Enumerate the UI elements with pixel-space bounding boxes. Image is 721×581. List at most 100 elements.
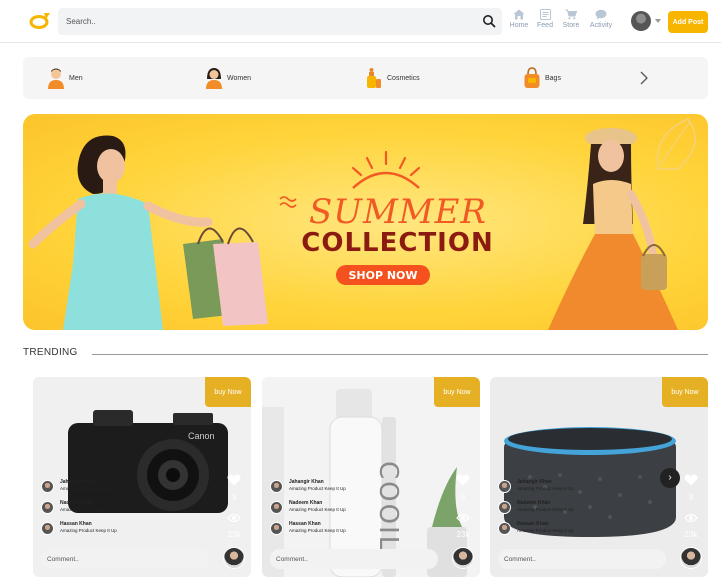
model-right-image: [548, 128, 678, 330]
avatar: [270, 501, 283, 514]
buy-now-button[interactable]: buy Now: [662, 377, 708, 407]
list-item: Nadeem Khan Amazing Product Keep It Up: [41, 499, 191, 520]
logo-icon[interactable]: [29, 11, 51, 29]
heart-icon[interactable]: [684, 474, 698, 486]
nav-home-label: Home: [509, 22, 529, 29]
product-card[interactable]: Canon buy Now Jahangir Khan Amazing Prod…: [33, 377, 251, 577]
like-count: 3: [688, 493, 694, 502]
heart-icon[interactable]: [456, 474, 470, 486]
view-count: 23k: [684, 530, 698, 539]
user-name: Hassan Khan: [289, 521, 321, 527]
user-comment: Amazing Product Keep It Up: [289, 486, 346, 491]
promo-banner[interactable]: SUMMER COLLECTION SHOP NOW: [23, 114, 708, 330]
model-left-image: [28, 135, 268, 330]
add-post-button[interactable]: Add Post: [668, 11, 708, 33]
chat-icon: [595, 9, 607, 20]
user-comment: Amazing Product Keep It Up: [517, 507, 574, 512]
product-card[interactable]: buy Now › Jahangir Khan Amazing Product …: [490, 377, 708, 577]
avatar: [41, 501, 54, 514]
user-list: Jahangir Khan Amazing Product Keep It Up…: [41, 478, 191, 541]
sun-icon: [351, 150, 421, 189]
eye-icon: [456, 513, 470, 523]
category-men-label: Men: [69, 74, 83, 82]
user-comment: Amazing Product Keep It Up: [289, 528, 346, 533]
user-name: Hassan Khan: [517, 521, 549, 527]
buy-now-button[interactable]: buy Now: [434, 377, 480, 407]
list-item: Hassan Khan Amazing Product Keep It Up: [270, 520, 420, 541]
comment-input[interactable]: [270, 549, 438, 569]
list-item: Nadeem Khan Amazing Product Keep It Up: [270, 499, 420, 520]
bag-icon: [524, 67, 540, 88]
search-icon[interactable]: [482, 14, 496, 28]
nav-store[interactable]: Store: [558, 9, 584, 35]
avatar: [631, 11, 651, 31]
user-name: Nadeem Khan: [517, 500, 551, 506]
category-bags[interactable]: Bags: [523, 57, 561, 99]
eye-icon: [227, 513, 241, 523]
avatar: [41, 522, 54, 535]
user-list: Jahangir Khan Amazing Product Keep It Up…: [498, 478, 648, 541]
product-card[interactable]: COOIL buy Now Jahangir Khan Amazing Prod…: [262, 377, 480, 577]
user-list: Jahangir Khan Amazing Product Keep It Up…: [270, 478, 420, 541]
card-stats: 3 23k: [452, 473, 474, 547]
avatar: [270, 480, 283, 493]
user-comment: Amazing Product Keep It Up: [517, 486, 574, 491]
cart-icon: [565, 9, 577, 20]
search-bar: [58, 8, 502, 35]
user-name: Hassan Khan: [60, 521, 92, 527]
avatar: [223, 547, 245, 569]
buy-now-button[interactable]: buy Now: [205, 377, 251, 407]
category-cosmetics-label: Cosmetics: [387, 74, 420, 82]
user-name: Nadeem Khan: [60, 500, 94, 506]
user-name: Jahangir Khan: [289, 479, 324, 485]
user-comment: Amazing Product Keep It Up: [60, 486, 117, 491]
user-comment: Amazing Product Keep It Up: [60, 507, 117, 512]
shop-now-button[interactable]: SHOP NOW: [336, 265, 430, 285]
user-name: Jahangir Khan: [60, 479, 95, 485]
eye-icon: [684, 513, 698, 523]
heart-icon[interactable]: [227, 474, 241, 486]
chevron-right-icon[interactable]: ›: [660, 468, 680, 488]
user-comment: Amazing Product Keep It Up: [289, 507, 346, 512]
user-comment: Amazing Product Keep It Up: [60, 528, 117, 533]
nav-activity[interactable]: Activity: [588, 9, 614, 35]
category-women[interactable]: Women: [205, 57, 251, 99]
category-bags-label: Bags: [545, 74, 561, 82]
card-stats: 3 23k: [680, 473, 702, 547]
comment-input[interactable]: [498, 549, 666, 569]
user-name: Nadeem Khan: [289, 500, 323, 506]
category-men[interactable]: Men: [47, 57, 83, 99]
cosmetics-icon: [367, 68, 381, 88]
nav-activity-label: Activity: [589, 22, 613, 29]
list-item: Nadeem Khan Amazing Product Keep It Up: [498, 499, 648, 520]
list-item: Hassan Khan Amazing Product Keep It Up: [41, 520, 191, 541]
category-women-label: Women: [227, 74, 251, 82]
list-item: Jahangir Khan Amazing Product Keep It Up: [270, 478, 420, 499]
card-stats: 3 23k: [223, 473, 245, 547]
divider: [92, 354, 708, 355]
avatar: [498, 480, 511, 493]
banner-subtitle: COLLECTION: [301, 228, 494, 258]
profile-menu[interactable]: [631, 11, 663, 33]
comment-input[interactable]: [41, 549, 209, 569]
avatar: [498, 501, 511, 514]
user-name: Jahangir Khan: [517, 479, 552, 485]
category-cosmetics[interactable]: Cosmetics: [365, 57, 420, 99]
man-icon: [48, 68, 64, 89]
product-image: COOIL: [262, 389, 467, 577]
list-item: Jahangir Khan Amazing Product Keep It Up: [498, 478, 648, 499]
like-count: 3: [231, 493, 237, 502]
feed-icon: [539, 9, 551, 20]
woman-icon: [206, 68, 222, 89]
list-item: Jahangir Khan Amazing Product Keep It Up: [41, 478, 191, 499]
chevron-right-icon[interactable]: [638, 71, 650, 85]
nav-feed[interactable]: Feed: [532, 9, 558, 35]
view-count: 23k: [227, 530, 241, 539]
nav-store-label: Store: [562, 22, 580, 29]
nav-feed-label: Feed: [537, 22, 553, 29]
avatar: [41, 480, 54, 493]
search-input[interactable]: [66, 14, 466, 29]
nav-home[interactable]: Home: [506, 9, 532, 35]
avatar: [270, 522, 283, 535]
avatar: [452, 547, 474, 569]
